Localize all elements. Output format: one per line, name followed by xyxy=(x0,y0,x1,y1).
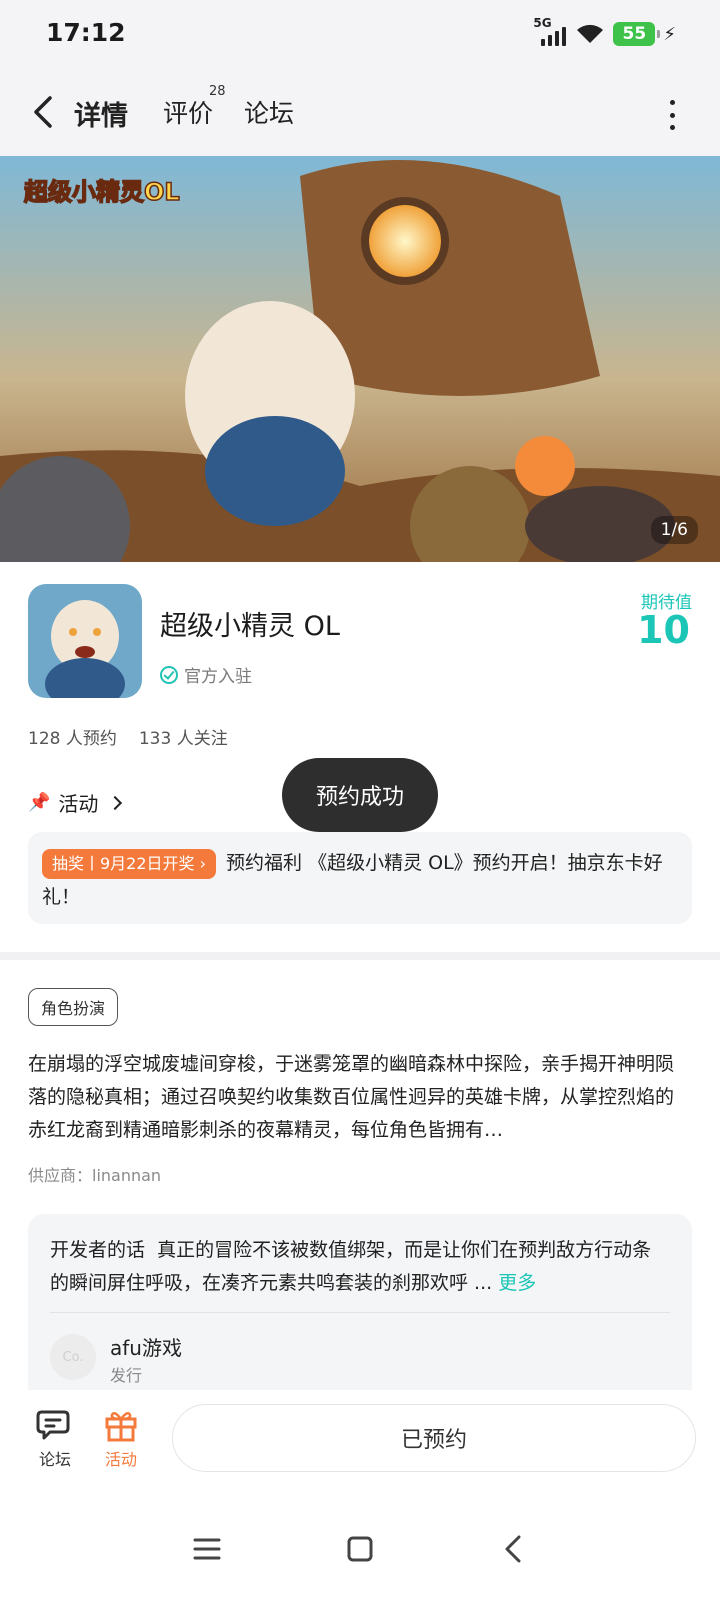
banner-carousel[interactable]: 超级小精灵OL 1/6 xyxy=(0,156,720,562)
back-button[interactable] xyxy=(28,90,58,134)
forum-icon xyxy=(36,1410,70,1440)
recents-button[interactable] xyxy=(182,1524,232,1574)
signal-icon: 5G xyxy=(533,16,567,48)
system-nav-bar xyxy=(0,1500,720,1601)
more-options-button[interactable] xyxy=(668,100,676,130)
official-label: 官方入驻 xyxy=(184,667,252,687)
developer-name[interactable]: afu游戏 xyxy=(110,1332,182,1361)
activity-card[interactable]: 抽奖丨9月22日开奖 › 预约福利 《超级小精灵 OL》预约开启！抽京东卡好礼！ xyxy=(28,832,692,924)
developer-note: 开发者的话 真正的冒险不该被数值绑架，而是让你们在预判敌方行动条的瞬间屏住呼吸，… xyxy=(50,1234,670,1300)
game-stats: 128 人预约 133 人关注 xyxy=(28,724,228,749)
reservation-count: 128 人预约 xyxy=(28,729,117,749)
expect-value: 10 xyxy=(637,608,690,652)
activity-button[interactable]: 活动 xyxy=(91,1408,151,1470)
pin-icon: 📌 xyxy=(28,792,51,813)
battery-icon: 55 xyxy=(613,22,661,46)
bottom-action-bar: 论坛 活动 已预约 xyxy=(0,1390,720,1500)
activity-section-header[interactable]: 📌 活动 xyxy=(28,788,123,817)
tab-forum-label: 论坛 xyxy=(244,99,295,128)
status-time: 17:12 xyxy=(46,18,126,47)
developer-note-label: 开发者的话 xyxy=(50,1239,146,1261)
banner-logo: 超级小精灵OL xyxy=(24,178,180,206)
banner-counter: 1/6 xyxy=(650,516,698,544)
chevron-left-icon xyxy=(34,96,52,128)
verified-check-icon xyxy=(160,665,178,684)
menu-icon xyxy=(193,1538,221,1560)
developer-divider xyxy=(50,1312,670,1313)
game-description[interactable]: 在崩塌的浮空城废墟间穿梭，于迷雾笼罩的幽暗森林中探险，亲手揭开神明陨落的隐秘真相… xyxy=(28,1048,692,1147)
game-icon xyxy=(28,584,142,698)
chevron-right-icon xyxy=(108,795,123,810)
wifi-icon xyxy=(577,24,605,43)
tab-details-label: 详情 xyxy=(74,101,128,132)
forum-button[interactable]: 论坛 xyxy=(25,1408,85,1470)
tab-details[interactable]: 详情 xyxy=(70,94,130,133)
tab-forum[interactable]: 论坛 xyxy=(244,94,294,130)
banner-illustration: 超级小精灵OL xyxy=(0,156,720,562)
section-divider xyxy=(0,952,720,960)
supplier-label: 供应商：linannan xyxy=(28,1166,162,1185)
reservation-success-toast: 预约成功 xyxy=(282,758,438,832)
developer-role: 发行 xyxy=(110,1366,143,1385)
tab-reviews-label: 评价 xyxy=(163,99,214,128)
genre-tag[interactable]: 角色扮演 xyxy=(28,988,119,1026)
reviews-count-badge: 28 xyxy=(209,84,226,99)
lottery-tag: 抽奖丨9月22日开奖 › xyxy=(42,848,217,879)
top-nav: 详情 评价 28 论坛 xyxy=(0,72,720,156)
system-back-button[interactable] xyxy=(488,1524,538,1574)
status-bar: 17:12 5G 55 ⚡ xyxy=(0,0,720,72)
reserved-button[interactable]: 已预约 xyxy=(172,1404,696,1472)
activity-header-label: 活动 xyxy=(58,792,99,816)
activity-label: 活动 xyxy=(104,1450,137,1469)
home-square-icon xyxy=(347,1536,373,1562)
official-badge: 官方入驻 xyxy=(160,662,252,687)
developer-avatar[interactable]: Co. xyxy=(50,1334,96,1380)
tab-reviews[interactable]: 评价 28 xyxy=(163,84,226,130)
follower-count: 133 人关注 xyxy=(138,729,228,749)
charging-icon: ⚡ xyxy=(663,23,676,45)
back-arrow-icon xyxy=(505,1535,521,1563)
gift-icon xyxy=(105,1411,137,1442)
status-icons: 5G 55 ⚡ xyxy=(533,16,676,48)
developer-card: 开发者的话 真正的冒险不该被数值绑架，而是让你们在预判敌方行动条的瞬间屏住呼吸，… xyxy=(28,1214,692,1390)
more-link[interactable]: 更多 xyxy=(498,1272,536,1294)
forum-label: 论坛 xyxy=(38,1450,71,1469)
game-title: 超级小精灵 OL xyxy=(160,611,340,642)
home-button[interactable] xyxy=(335,1524,385,1574)
